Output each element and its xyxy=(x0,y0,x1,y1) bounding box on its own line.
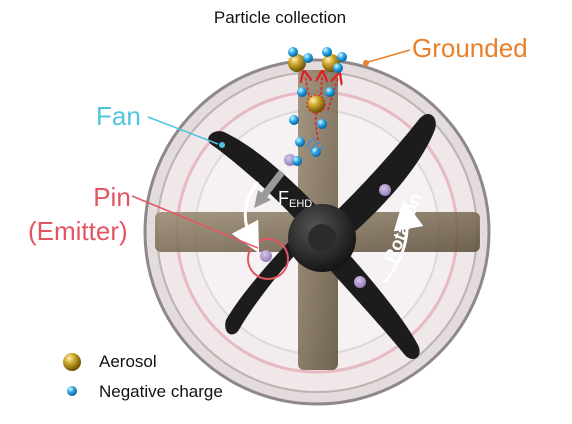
grounded-leader-dot xyxy=(363,60,369,66)
force-main: F xyxy=(278,188,289,208)
force-label: FEHD xyxy=(278,188,312,210)
legend-negative-charge: Negative charge xyxy=(99,382,223,401)
aerosol-particle-charging xyxy=(306,94,326,114)
particle-dot xyxy=(354,276,366,288)
fan-hub xyxy=(288,204,356,272)
fan-leader-dot xyxy=(219,142,225,148)
diagram-title: Particle collection xyxy=(213,8,347,27)
grounded-label: Grounded xyxy=(412,33,528,63)
pin-label: Pin xyxy=(93,182,131,212)
emitter-label: (Emitter) xyxy=(28,216,128,246)
legend-aerosol: Aerosol xyxy=(99,352,157,371)
negative-charge-legend-icon xyxy=(67,386,77,396)
aerosol-legend-icon xyxy=(63,353,81,371)
particle-dot xyxy=(260,250,272,262)
fan-label: Fan xyxy=(96,101,141,131)
grounded-leader-line xyxy=(367,49,411,63)
force-subscript: EHD xyxy=(289,198,313,210)
particle-dot xyxy=(379,184,391,196)
